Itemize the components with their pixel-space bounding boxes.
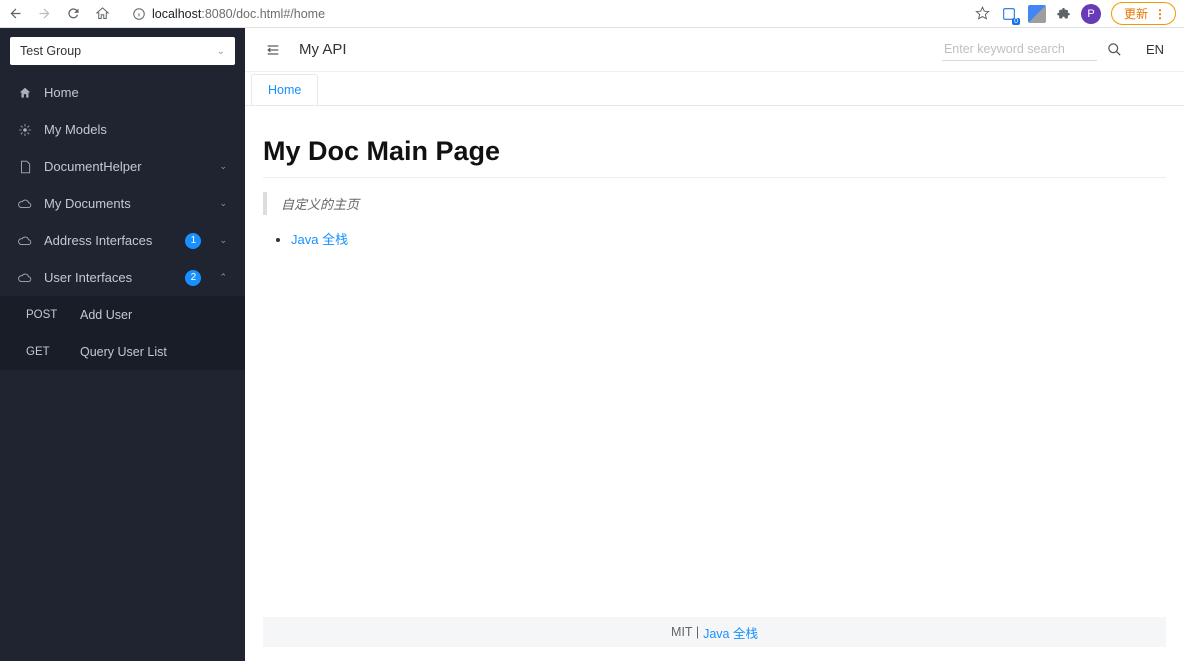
tabs-row: Home: [245, 72, 1184, 106]
doc-java-link[interactable]: Java 全栈: [291, 232, 348, 247]
list-item: Java 全栈: [291, 229, 1166, 248]
submenu-label: Add User: [80, 308, 132, 322]
sidebar-item-label: My Documents: [44, 196, 201, 211]
sidebar: Test Group ⌄ Home My Models DocumentHelp…: [0, 28, 245, 661]
divider: [263, 177, 1166, 178]
profile-avatar[interactable]: P: [1081, 4, 1101, 24]
doc-content: My Doc Main Page 自定义的主页 Java 全栈 MIT | Ja…: [245, 106, 1184, 661]
http-method: GET: [26, 346, 58, 358]
extensions-puzzle-icon[interactable]: [1056, 6, 1071, 21]
group-select-value: Test Group: [20, 44, 81, 58]
submenu-item-queryuser[interactable]: GET Query User List: [0, 333, 245, 370]
sidebar-item-address[interactable]: Address Interfaces 1 ⌄: [0, 222, 245, 259]
topbar: My API EN: [245, 28, 1184, 72]
home-nav-icon[interactable]: [95, 6, 110, 21]
models-icon: [18, 123, 32, 137]
submenu-label: Query User List: [80, 345, 167, 359]
update-button[interactable]: 更新 ⋮: [1111, 2, 1176, 25]
forward-icon[interactable]: [37, 6, 52, 21]
browser-toolbar: localhost:8080/doc.html#/home 0 P 更新 ⋮: [0, 0, 1184, 28]
sidebar-item-label: Home: [44, 85, 227, 100]
count-badge: 1: [185, 233, 201, 249]
site-info-icon[interactable]: [132, 7, 146, 21]
chevron-down-icon: ⌄: [219, 198, 227, 209]
back-icon[interactable]: [8, 6, 23, 21]
sidebar-item-models[interactable]: My Models: [0, 111, 245, 148]
sidebar-item-label: Address Interfaces: [44, 233, 173, 248]
sidebar-item-label: DocumentHelper: [44, 159, 201, 174]
reload-icon[interactable]: [66, 6, 81, 21]
sidebar-item-dochelper[interactable]: DocumentHelper ⌄: [0, 148, 245, 185]
cloud-icon: [18, 234, 32, 248]
url-host: localhost:8080/doc.html#/home: [152, 7, 325, 21]
doc-quote: 自定义的主页: [263, 192, 1166, 215]
google-translate-icon[interactable]: [1028, 5, 1046, 23]
collapse-sidebar-icon[interactable]: [265, 42, 281, 58]
doc-title: My Doc Main Page: [263, 136, 1166, 167]
language-toggle[interactable]: EN: [1146, 42, 1164, 57]
http-method: POST: [26, 309, 58, 321]
bookmark-star-icon[interactable]: [975, 6, 990, 21]
sidebar-item-mydocuments[interactable]: My Documents ⌄: [0, 185, 245, 222]
submenu-item-adduser[interactable]: POST Add User: [0, 296, 245, 333]
update-label: 更新: [1124, 5, 1148, 22]
search-input[interactable]: [942, 38, 1097, 61]
footer-license: MIT |: [671, 625, 699, 639]
sidebar-item-label: My Models: [44, 122, 227, 137]
api-title: My API: [299, 41, 924, 58]
chevron-down-icon: ⌄: [217, 46, 225, 57]
footer-link[interactable]: Java 全栈: [703, 623, 758, 642]
chevron-down-icon: ⌄: [219, 235, 227, 246]
home-icon: [18, 86, 32, 100]
kebab-menu-icon[interactable]: ⋮: [1154, 7, 1165, 21]
cloud-icon: [18, 197, 32, 211]
main-area: My API EN Home My Doc Main Page 自定义的主页 J…: [245, 28, 1184, 661]
count-badge: 2: [185, 270, 201, 286]
sidebar-item-label: User Interfaces: [44, 270, 173, 285]
footer: MIT | Java 全栈: [263, 617, 1166, 647]
tab-home[interactable]: Home: [251, 74, 318, 105]
group-select[interactable]: Test Group ⌄: [10, 37, 235, 65]
chevron-down-icon: ⌄: [219, 161, 227, 172]
chevron-up-icon: ⌃: [219, 272, 227, 283]
document-icon: [18, 160, 32, 174]
extension-icon[interactable]: 0: [1000, 5, 1018, 23]
search-icon[interactable]: [1107, 42, 1122, 57]
sidebar-item-user[interactable]: User Interfaces 2 ⌃: [0, 259, 245, 296]
sidebar-item-home[interactable]: Home: [0, 74, 245, 111]
address-bar[interactable]: localhost:8080/doc.html#/home: [122, 3, 963, 25]
cloud-icon: [18, 271, 32, 285]
